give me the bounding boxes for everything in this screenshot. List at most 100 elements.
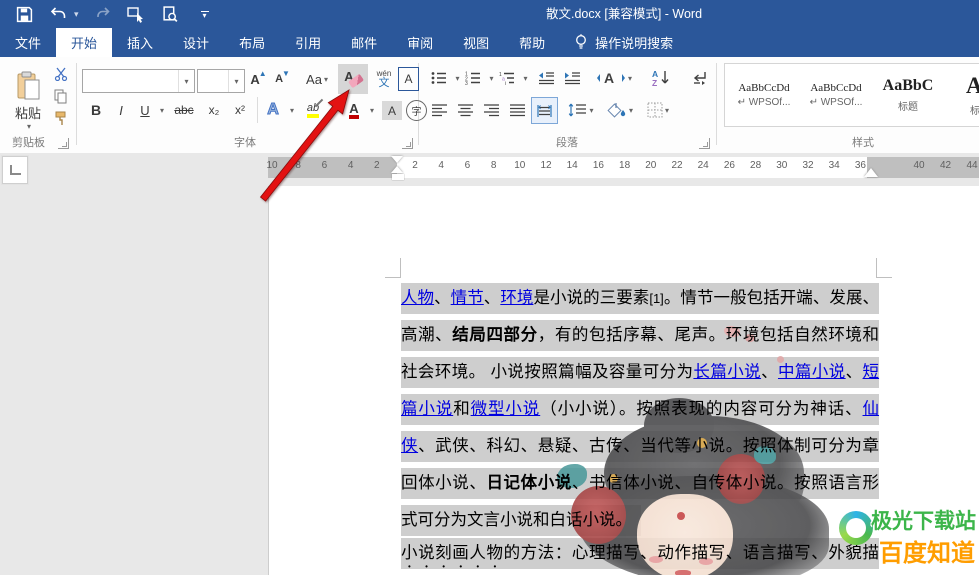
- document-text-line[interactable]: 社会环境。 小说按照篇幅及容量可分为长篇小说、中篇小说、短: [401, 357, 879, 388]
- shading-bucket-icon[interactable]: ▾: [606, 99, 634, 121]
- style-item[interactable]: AaBbCcDd ↵ WPSOf...: [801, 64, 871, 126]
- font-size-dropdown-icon[interactable]: ▾: [228, 70, 244, 92]
- tab-视图[interactable]: 视图: [448, 28, 504, 57]
- style-item[interactable]: AaBbCcDd ↵ WPSOf...: [729, 64, 799, 126]
- tab-审阅[interactable]: 审阅: [392, 28, 448, 57]
- hyperlink[interactable]: 短: [863, 363, 880, 381]
- hyperlink[interactable]: 环境: [500, 289, 533, 307]
- paste-dropdown-icon[interactable]: ▾: [27, 122, 31, 131]
- tab-引用[interactable]: 引用: [280, 28, 336, 57]
- document-text-line[interactable]: 回体小说、日记体小说、书信体小说、自传体小说。按照语言形: [401, 468, 879, 499]
- font-size-combobox[interactable]: ▾: [197, 69, 245, 93]
- tab-stop-selector[interactable]: [2, 156, 28, 184]
- tab-帮助[interactable]: 帮助: [504, 28, 560, 57]
- print-preview-icon[interactable]: [161, 4, 181, 24]
- change-case-button[interactable]: Aa ▾: [300, 67, 334, 91]
- copy-icon[interactable]: [50, 87, 72, 105]
- style-item[interactable]: AaBbC 标题: [873, 64, 943, 126]
- document-text-line[interactable]: 小说刻画人物的方法：心理描写、动作描写、语言描写、外貌描: [401, 538, 879, 569]
- document-text-line[interactable]: 人物、情节、环境是小说的三要素[1]。情节一般包括开端、发展、: [401, 283, 879, 314]
- character-border-button[interactable]: A: [398, 67, 419, 91]
- increase-indent-icon[interactable]: [560, 67, 584, 89]
- show-hide-marks-icon[interactable]: [688, 65, 712, 91]
- superscript-button[interactable]: x²: [228, 99, 252, 121]
- undo-icon[interactable]: [48, 4, 68, 24]
- sort-icon[interactable]: AZ: [648, 65, 676, 91]
- tab-邮件[interactable]: 邮件: [336, 28, 392, 57]
- justify-icon[interactable]: [506, 99, 528, 121]
- hyperlink[interactable]: 长篇小说: [693, 363, 761, 381]
- sort-z: Z: [652, 78, 657, 87]
- underline-dropdown-icon[interactable]: ▾: [156, 99, 168, 121]
- hyperlink[interactable]: 中篇小说: [778, 363, 846, 381]
- group-separator: [76, 63, 77, 145]
- align-left-icon[interactable]: [428, 99, 450, 121]
- hyperlink[interactable]: 侠: [401, 437, 418, 455]
- font-color-dropdown-icon[interactable]: ▾: [366, 99, 378, 121]
- decrease-indent-icon[interactable]: [534, 67, 558, 89]
- italic-button[interactable]: I: [112, 99, 130, 121]
- align-right-icon[interactable]: [480, 99, 502, 121]
- multilevel-list-icon[interactable]: 1ai: [496, 67, 518, 89]
- phonetic-guide-button[interactable]: wén 文: [372, 64, 396, 94]
- highlight-color-button[interactable]: ab: [300, 98, 326, 121]
- font-color-button[interactable]: A: [344, 99, 364, 121]
- body-text: 式可分为文言小说和白话小说。: [401, 511, 632, 529]
- document-text-line[interactable]: 式可分为文言小说和白话小说。: [401, 505, 879, 536]
- tab-布局[interactable]: 布局: [224, 28, 280, 57]
- right-indent-marker[interactable]: [864, 168, 878, 177]
- font-name-dropdown-icon[interactable]: ▾: [178, 70, 194, 92]
- asian-layout-button[interactable]: A ▾: [596, 65, 632, 91]
- cut-icon[interactable]: [50, 65, 72, 83]
- distribute-text-icon[interactable]: [531, 97, 558, 124]
- style-item[interactable]: Aa 标题: [945, 64, 979, 126]
- document-page[interactable]: 人物、情节、环境是小说的三要素[1]。情节一般包括开端、发展、 高潮、结局四部分，…: [268, 186, 979, 575]
- clear-formatting-button[interactable]: A: [338, 64, 368, 94]
- enclose-characters-button[interactable]: 字: [406, 100, 427, 121]
- document-text-line[interactable]: 侠、武侠、科幻、悬疑、古传、当代等小说。按照体制可分为章: [401, 431, 879, 462]
- undo-dropdown-icon[interactable]: ▾: [74, 9, 79, 20]
- line-spacing-icon[interactable]: ▾: [568, 99, 594, 121]
- align-center-icon[interactable]: [454, 99, 476, 121]
- emphasized-text: 小说刻画人物: [401, 544, 504, 562]
- hyperlink[interactable]: 篇小说: [401, 400, 453, 418]
- hyperlink[interactable]: 情节: [451, 289, 484, 307]
- ruler-number: 8: [295, 160, 301, 171]
- paragraph-dialog-launcher-icon[interactable]: [699, 138, 710, 149]
- tab-file[interactable]: 文件: [0, 28, 56, 57]
- bullets-icon[interactable]: [428, 67, 450, 89]
- hyperlink[interactable]: 仙: [863, 400, 880, 418]
- underline-button[interactable]: U: [136, 99, 154, 121]
- character-shading-button[interactable]: A: [382, 101, 402, 120]
- hyperlink[interactable]: 人物: [401, 289, 434, 307]
- highlight-dropdown-icon[interactable]: ▾: [330, 99, 342, 121]
- format-painter-icon[interactable]: [50, 109, 72, 127]
- document-text-line[interactable]: 高潮、结局四部分，有的包括序幕、尾声。环境包括自然环境和: [401, 320, 879, 351]
- strikethrough-button[interactable]: abc: [170, 99, 198, 121]
- shrink-font-button[interactable]: A ▼: [272, 67, 294, 91]
- text-effects-dropdown-icon[interactable]: ▾: [286, 99, 298, 121]
- left-indent-marker[interactable]: [391, 174, 404, 180]
- font-name-combobox[interactable]: ▾: [82, 69, 195, 93]
- touch-mouse-mode-icon[interactable]: [127, 4, 147, 24]
- hyperlink[interactable]: 微型小说: [471, 400, 541, 418]
- paste-button[interactable]: 粘贴 ▾: [6, 62, 50, 140]
- customize-qat-icon[interactable]: ▾: [195, 4, 215, 24]
- hanging-indent-marker[interactable]: [391, 166, 403, 173]
- tab-插入[interactable]: 插入: [112, 28, 168, 57]
- clipboard-dialog-launcher-icon[interactable]: [58, 138, 69, 149]
- tell-me-box[interactable]: 操作说明搜索: [560, 28, 673, 57]
- borders-icon[interactable]: ▾: [644, 99, 672, 121]
- bold-button[interactable]: B: [86, 99, 106, 121]
- font-dialog-launcher-icon[interactable]: [402, 138, 413, 149]
- first-line-indent-marker[interactable]: [391, 156, 403, 163]
- document-text-line[interactable]: 篇小说和微型小说（小小说）。按照表现的内容可分为神话、仙: [401, 394, 879, 425]
- subscript-button[interactable]: x₂: [202, 99, 226, 121]
- multilevel-dropdown-icon[interactable]: ▾: [520, 67, 531, 89]
- numbering-icon[interactable]: 123: [462, 67, 484, 89]
- save-icon[interactable]: [14, 4, 34, 24]
- grow-font-button[interactable]: A ▲: [248, 67, 270, 91]
- text-effects-button[interactable]: A: [262, 99, 284, 121]
- tab-开始[interactable]: 开始: [56, 28, 113, 57]
- tab-设计[interactable]: 设计: [168, 28, 224, 57]
